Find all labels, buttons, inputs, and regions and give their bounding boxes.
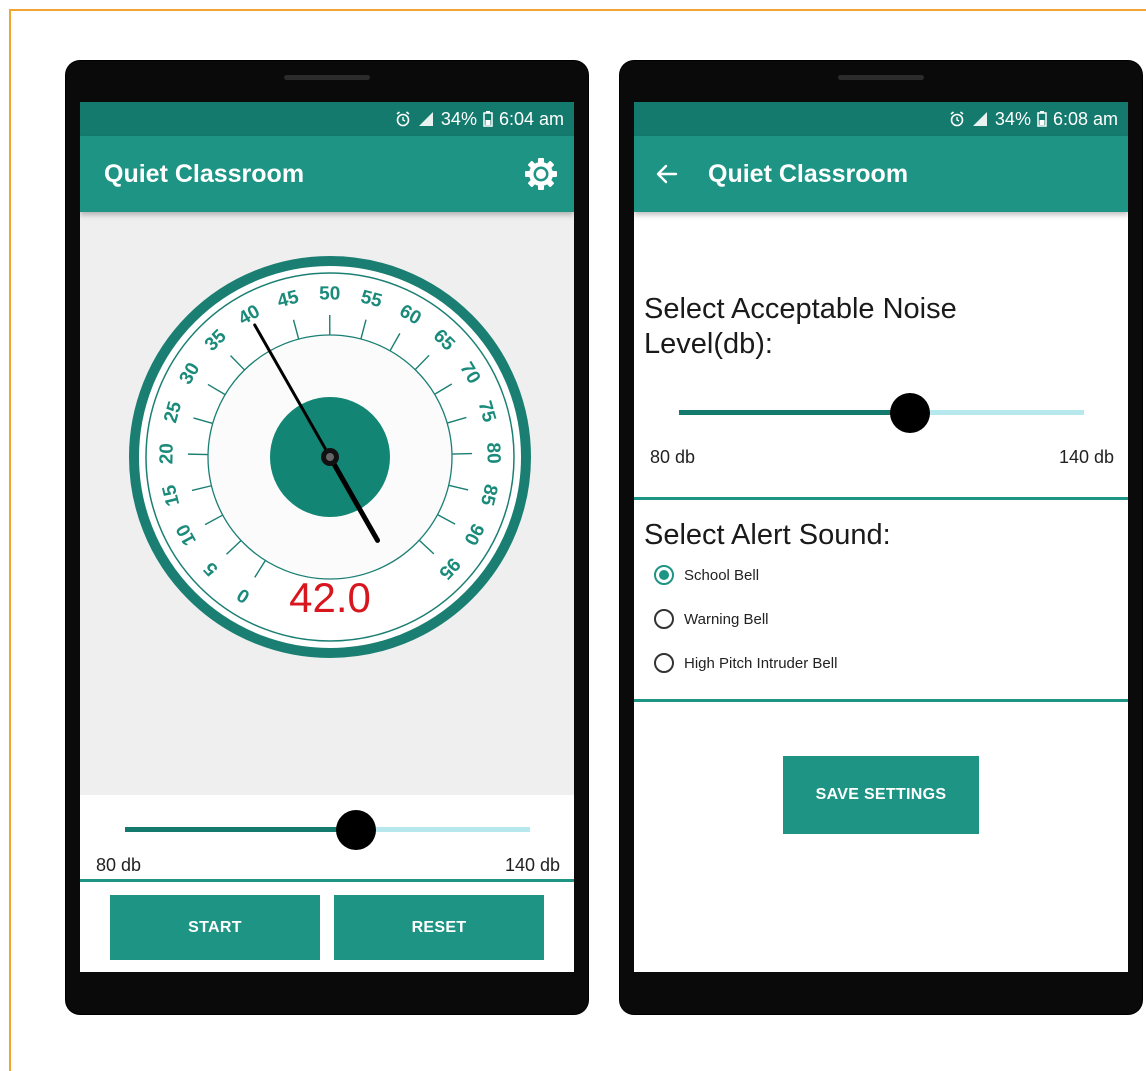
reset-button[interactable]: RESET — [334, 895, 544, 960]
radio-high-pitch-intruder-bell[interactable]: High Pitch Intruder Bell — [654, 653, 837, 673]
app-title: Quiet Classroom — [104, 159, 305, 188]
main-screen: 34% 6:04 am Quiet Classroom 0 5 10 15 20… — [80, 102, 574, 972]
gauge-tick-label: 20 — [156, 443, 177, 465]
gauge-tick-label: 80 — [482, 442, 503, 464]
gauge-tick-label: 50 — [319, 283, 340, 304]
radio-button[interactable] — [654, 609, 674, 629]
noise-level-title: Select Acceptable Noise Level(db): — [644, 293, 957, 360]
slider-max-label: 140 db — [1058, 447, 1114, 467]
alarm-clock-icon — [396, 111, 410, 127]
settings-screen: 34% 6:08 am Quiet Classroom Select Accep… — [634, 102, 1128, 972]
gauge-reading: 42.0 — [289, 574, 371, 621]
section-divider — [634, 497, 1128, 500]
status-time: 6:04 am — [498, 108, 564, 129]
battery-icon — [1037, 111, 1047, 127]
arrow-left-icon[interactable] — [654, 161, 680, 187]
slider-track-active — [679, 410, 910, 415]
phone-settings-screen: 34% 6:08 am Quiet Classroom Select Accep… — [620, 61, 1142, 1014]
threshold-panel: 80 db 140 db START RESET — [80, 795, 574, 972]
signal-icon — [418, 112, 433, 126]
slider-track-inactive — [355, 827, 530, 832]
slider-min-label: 80 db — [96, 855, 142, 875]
phone-speaker — [284, 75, 370, 80]
slider-track-active — [125, 827, 356, 832]
save-settings-button[interactable]: SAVE SETTINGS — [783, 756, 979, 834]
battery-icon — [483, 111, 493, 127]
noise-level-slider[interactable] — [679, 392, 1084, 433]
alarm-clock-icon — [950, 111, 964, 127]
gauge-dial: 051015202530354045 50 556065707580859095 4… — [129, 256, 531, 658]
slider-max-label: 140 db — [504, 855, 560, 875]
app-bar: Quiet Classroom — [634, 136, 1128, 212]
radio-button[interactable] — [654, 653, 674, 673]
phone-speaker — [838, 75, 924, 80]
gear-icon[interactable] — [524, 157, 558, 191]
gauge-pivot-cap — [326, 453, 334, 461]
app-title: Quiet Classroom — [708, 159, 909, 188]
radio-warning-bell[interactable]: Warning Bell — [654, 609, 768, 629]
radio-label: High Pitch Intruder Bell — [684, 654, 838, 672]
section-divider — [634, 699, 1128, 702]
phone-main-screen: 34% 6:04 am Quiet Classroom 0 5 10 15 20… — [66, 61, 588, 1014]
slider-thumb[interactable] — [889, 393, 930, 433]
signal-icon — [972, 112, 987, 126]
battery-percent: 34% — [440, 108, 477, 129]
status-time: 6:08 am — [1052, 108, 1118, 129]
battery-percent: 34% — [994, 108, 1031, 129]
slider-min-label: 80 db — [650, 447, 696, 467]
status-bar: 34% 6:04 am — [80, 102, 574, 136]
radio-school-bell[interactable]: School Bell — [654, 565, 759, 585]
slider-track-inactive — [909, 410, 1084, 415]
radio-label: School Bell — [684, 566, 760, 584]
alert-sound-title: Select Alert Sound: — [644, 519, 891, 551]
app-bar: Quiet Classroom — [80, 136, 574, 212]
sound-meter-gauge: 0 5 10 15 20 25 30 35 40 45 50 55 60 65 70 75 80 85 90 95 4… — [120, 247, 540, 667]
panel-divider — [80, 879, 574, 882]
status-bar: 34% 6:08 am — [634, 102, 1128, 136]
start-button[interactable]: START — [110, 895, 320, 960]
radio-button[interactable] — [654, 565, 674, 585]
slider-thumb[interactable] — [335, 810, 376, 850]
threshold-slider[interactable] — [125, 809, 530, 850]
radio-label: Warning Bell — [684, 610, 769, 628]
